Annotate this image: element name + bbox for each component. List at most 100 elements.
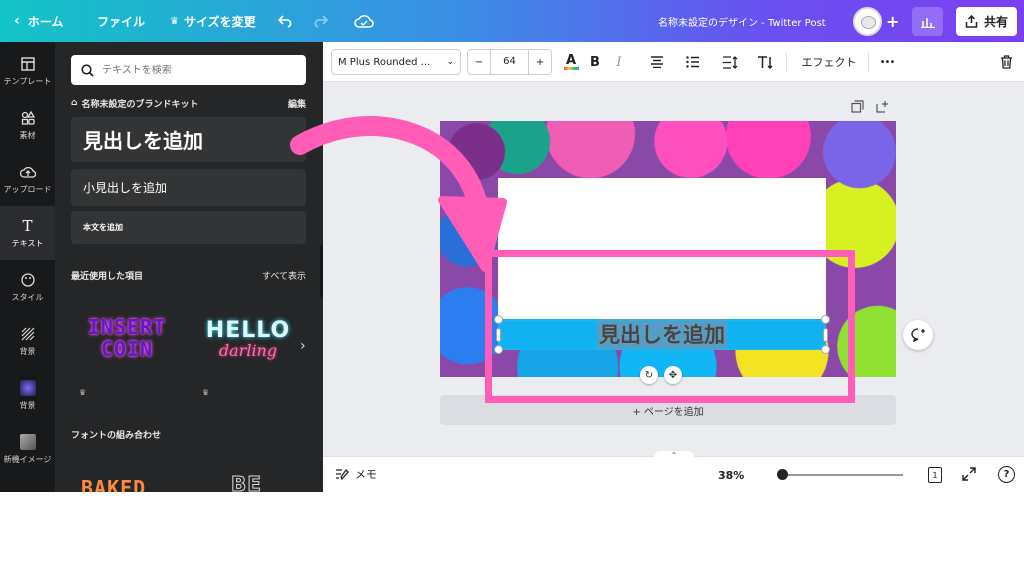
chevron-right-icon[interactable]: › <box>300 338 314 354</box>
add-collaborator-button[interactable]: + <box>886 0 899 42</box>
home-button[interactable]: ‹ ホーム <box>14 0 63 42</box>
search-input[interactable] <box>102 64 292 76</box>
increase-size-button[interactable]: + <box>529 57 551 68</box>
rail-item-styles[interactable]: スタイル <box>0 260 55 314</box>
highlight-box <box>485 250 855 403</box>
rail-item-background-2[interactable]: 背景 <box>0 368 55 422</box>
text-orientation-button[interactable] <box>755 49 775 75</box>
background2-icon <box>19 379 36 396</box>
font-family-select[interactable]: M Plus Rounded ... ⌄ <box>331 49 461 75</box>
search-icon <box>81 63 94 77</box>
decrease-size-button[interactable]: − <box>468 57 490 68</box>
tile-be-text: BE <box>231 472 262 493</box>
add-body-label: 本文を追加 <box>83 223 123 232</box>
add-page-label: + ページを追加 <box>632 406 704 418</box>
italic-button[interactable]: I <box>610 49 628 75</box>
redo-button[interactable] <box>312 0 328 42</box>
rail-label: 素材 <box>19 130 36 140</box>
rail-label: 背景 <box>19 346 36 356</box>
help-button[interactable]: ? <box>998 466 1015 483</box>
fullscreen-button[interactable] <box>962 467 976 484</box>
align-button[interactable] <box>647 49 667 75</box>
page-count-button[interactable]: 1 <box>928 467 942 483</box>
design-title[interactable]: 名称未設定のデザイン - Twitter Post <box>658 0 826 42</box>
line-spacing-icon <box>723 55 738 69</box>
upload-icon <box>19 164 36 180</box>
brand-kit-row: ⌂ 名称未設定のブランドキット 編集 <box>71 96 306 110</box>
crown-icon: ♛ <box>79 388 87 397</box>
share-button[interactable]: 共有 <box>956 7 1017 36</box>
rail-label: アップロード <box>3 184 52 194</box>
tile-darling-text: darling <box>218 341 278 360</box>
duplicate-page-icon[interactable] <box>851 100 864 113</box>
insights-button[interactable] <box>912 7 943 36</box>
rail-item-new-image[interactable]: 新機イメージ <box>0 422 55 476</box>
rail-item-templates[interactable]: テンプレート <box>0 44 55 98</box>
effects-button[interactable]: エフェクト <box>799 49 859 75</box>
align-center-icon <box>651 56 663 68</box>
bullet-list-icon <box>686 56 699 68</box>
more-icon: ••• <box>879 56 896 68</box>
more-options-button[interactable]: ••• <box>876 49 898 75</box>
font-combo-tile-baked[interactable]: BAKED <box>81 476 146 492</box>
cloud-save-button[interactable] <box>354 0 374 42</box>
font-combo-tile-be[interactable]: BE <box>231 472 262 493</box>
chevron-up-icon: ⌃ <box>670 451 678 460</box>
show-all-link[interactable]: すべて表示 <box>262 269 306 282</box>
crown-icon: ♛ <box>202 388 210 397</box>
font-name: M Plus Rounded ... <box>338 56 431 68</box>
crown-icon: ♛ <box>170 15 179 27</box>
file-menu[interactable]: ファイル <box>97 0 145 42</box>
recent-label: 最近使用した項目 <box>71 272 144 282</box>
undo-icon <box>278 15 292 28</box>
avatar-face-icon <box>861 16 876 29</box>
add-subheading-button[interactable]: 小見出しを追加 <box>71 169 306 206</box>
rail-item-text[interactable]: T テキスト <box>0 206 55 260</box>
top-bar: ‹ ホーム ファイル ♛ サイズを変更 名称未設定のデザイン - Twitter… <box>0 0 1024 42</box>
comment-add-icon <box>910 328 925 342</box>
add-heading-label: 見出しを追加 <box>83 129 203 153</box>
upload-share-icon <box>965 15 978 28</box>
add-heading-button[interactable]: 見出しを追加 <box>71 117 306 162</box>
chevron-left-icon: ‹ <box>14 13 20 29</box>
text-panel: ⌂ 名称未設定のブランドキット 編集 見出しを追加 小見出しを追加 本文を追加 … <box>55 42 323 492</box>
bold-icon: B <box>590 54 600 70</box>
home-label: ホーム <box>27 14 64 29</box>
plus-icon: + <box>886 11 900 31</box>
add-subheading-label: 小見出しを追加 <box>83 181 168 195</box>
spacing-button[interactable] <box>720 49 740 75</box>
font-size-input[interactable]: 64 <box>489 50 530 74</box>
list-button[interactable] <box>683 49 703 75</box>
text-icon: T <box>22 216 33 235</box>
resize-button[interactable]: ♛ サイズを変更 <box>170 0 256 42</box>
brand-kit-icon: ⌂ <box>71 98 78 108</box>
show-pages-tab[interactable]: ⌃ <box>654 451 694 461</box>
rail-item-elements[interactable]: 素材 <box>0 98 55 152</box>
color-bar-icon <box>563 67 579 70</box>
undo-button[interactable] <box>278 0 294 42</box>
brand-kit-edit-link[interactable]: 編集 <box>288 97 306 110</box>
text-style-tile-insert-coin[interactable]: INSERT COIN <box>77 316 177 372</box>
add-page-icon[interactable] <box>876 100 889 113</box>
font-size-stepper: − 64 + <box>467 49 552 75</box>
add-body-text-button[interactable]: 本文を追加 <box>71 211 306 244</box>
rail-item-uploads[interactable]: アップロード <box>0 152 55 206</box>
palette-icon <box>20 272 36 288</box>
tile-hello-text: HELLO <box>205 318 291 343</box>
zoom-slider-knob[interactable] <box>777 469 788 480</box>
delete-button[interactable] <box>996 49 1016 75</box>
zoom-level[interactable]: 38% <box>718 469 744 482</box>
text-style-tile-hello-darling[interactable]: HELLO darling <box>203 320 293 370</box>
zoom-slider-track[interactable] <box>778 474 903 476</box>
avatar[interactable] <box>853 7 882 36</box>
text-search-box[interactable] <box>71 55 306 85</box>
rail-item-background[interactable]: 背景 <box>0 314 55 368</box>
notes-icon <box>336 468 349 480</box>
text-color-button[interactable]: A <box>560 49 582 75</box>
chevron-down-icon: ⌄ <box>446 57 454 67</box>
comment-button[interactable] <box>903 320 933 350</box>
bold-button[interactable]: B <box>586 49 604 75</box>
font-combinations-text: フォントの組み合わせ <box>71 431 162 441</box>
notes-button[interactable]: メモ <box>335 466 377 482</box>
editor-toolbar: M Plus Rounded ... ⌄ − 64 + A B I エフェクト <box>323 42 1024 82</box>
